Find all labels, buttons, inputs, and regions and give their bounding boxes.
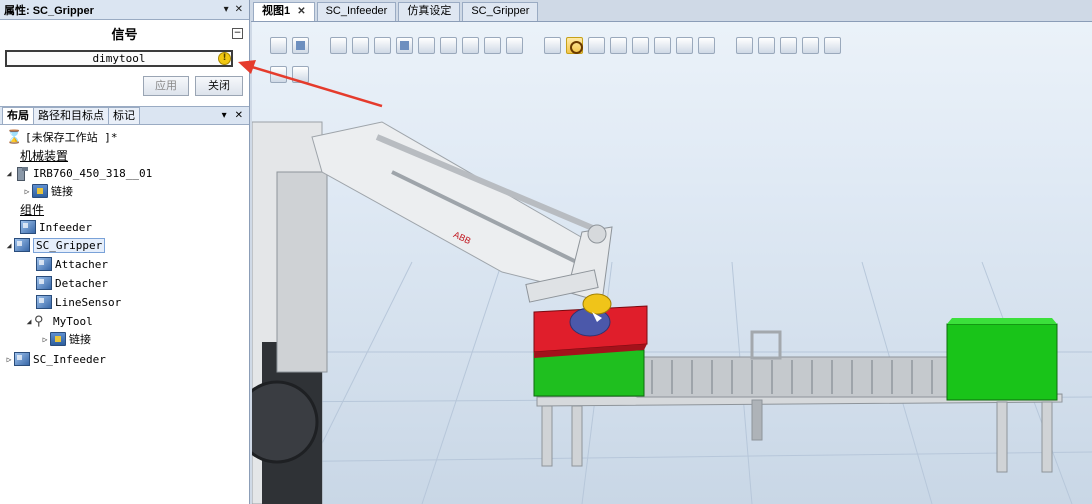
close-icon[interactable]: ✕: [235, 110, 243, 121]
tree-item-label: Detacher: [55, 276, 108, 290]
tree-item-mytool[interactable]: ◢ ⚲ MyTool: [24, 312, 93, 330]
folder-icon: [50, 332, 66, 346]
tool-icon: ⚲: [34, 314, 44, 329]
left-dock: 属性: SC_Gripper ▾ ✕ 信号 − dimytool ! 应用 关闭…: [0, 0, 250, 504]
warning-icon: !: [218, 52, 231, 65]
tree-item-sc-infeeder[interactable]: ▷ SC_Infeeder: [4, 350, 106, 368]
tree-item-label: LineSensor: [55, 295, 122, 309]
tree-item-mytool-link[interactable]: ▷ 链接: [40, 330, 91, 348]
close-button[interactable]: 关闭: [195, 76, 243, 96]
signal-input[interactable]: dimytool: [5, 50, 233, 67]
tree-item-label: Infeeder: [39, 220, 92, 234]
layout-tab-bar: 布局 路径和目标点 标记 ▾ ✕: [0, 107, 249, 125]
collapsed-arrow-icon[interactable]: ▷: [4, 355, 14, 364]
smart-component-icon: [14, 238, 30, 252]
pin-icon[interactable]: ▾: [224, 4, 229, 15]
station-icon: ⌛: [6, 130, 23, 145]
tree-section-components: 组件: [20, 200, 44, 218]
tree-section-mechanisms: 机械装置: [20, 146, 68, 164]
robot-icon: [14, 166, 30, 181]
tab-label: 仿真设定: [407, 5, 452, 17]
scene: ABB: [252, 121, 1063, 504]
collapsed-arrow-icon[interactable]: ▷: [40, 335, 50, 344]
folder-icon: [32, 184, 48, 198]
collapsed-arrow-icon[interactable]: ▷: [22, 187, 32, 196]
tab-label: 视图1: [262, 5, 291, 17]
tree-item-label: [未保存工作站 ]*: [25, 131, 118, 144]
pin-icon[interactable]: ▾: [222, 110, 227, 121]
section-label: 组件: [20, 202, 45, 217]
green-box[interactable]: [533, 349, 645, 397]
component-icon: [20, 220, 36, 234]
tree-item-label: MyTool: [53, 314, 93, 328]
collapse-button[interactable]: −: [232, 28, 243, 39]
tree-item-detacher[interactable]: Detacher: [36, 274, 108, 292]
tab-sc-infeeder[interactable]: SC_Infeeder: [316, 2, 397, 21]
smart-component-icon: [14, 352, 30, 366]
tree-item-label: SC_Infeeder: [33, 352, 106, 366]
close-icon[interactable]: ✕: [235, 4, 243, 15]
tree-item-label: Attacher: [55, 257, 108, 271]
tree-item-sc-gripper[interactable]: ◢ SC_Gripper: [4, 236, 106, 254]
tab-paths-targets[interactable]: 路径和目标点: [33, 107, 109, 124]
tree-item-infeeder[interactable]: Infeeder: [20, 218, 92, 236]
properties-title: 属性: SC_Gripper: [4, 4, 94, 17]
tree-item-station[interactable]: ⌛ [未保存工作站 ]*: [6, 128, 118, 146]
tab-layout[interactable]: 布局: [2, 107, 34, 124]
tab-tags[interactable]: 标记: [108, 107, 140, 124]
tab-label: SC_Gripper: [471, 5, 530, 17]
tree-item-robot[interactable]: ◢ IRB760_450_318__01: [4, 164, 152, 182]
gripper-tool[interactable]: [569, 293, 612, 337]
tab-simulation-setup[interactable]: 仿真设定: [398, 2, 461, 21]
expanded-arrow-icon[interactable]: ◢: [24, 317, 34, 326]
apply-button[interactable]: 应用: [143, 76, 189, 96]
3d-viewport[interactable]: ABB: [252, 22, 1092, 504]
tree-item-linesensor[interactable]: LineSensor: [36, 293, 121, 311]
expanded-arrow-icon[interactable]: ◢: [4, 169, 14, 178]
properties-panel: 属性: SC_Gripper ▾ ✕ 信号 − dimytool ! 应用 关闭: [0, 0, 249, 104]
properties-title-bar: 属性: SC_Gripper ▾ ✕: [0, 0, 249, 20]
expanded-arrow-icon[interactable]: ◢: [4, 241, 14, 250]
tab-view1[interactable]: 视图1 ✕: [253, 2, 315, 21]
component-icon: [36, 295, 52, 309]
tree-item-label: 链接: [51, 185, 73, 198]
tree-item-robot-link[interactable]: ▷ 链接: [22, 182, 73, 200]
document-tab-bar: 视图1 ✕ SC_Infeeder 仿真设定 SC_Gripper: [251, 0, 1092, 22]
layout-panel: 布局 路径和目标点 标记 ▾ ✕ ⌛ [未保存工作站 ]* 机械装置 ◢ IRB…: [0, 106, 249, 504]
close-icon[interactable]: ✕: [297, 6, 305, 17]
component-icon: [36, 257, 52, 271]
section-label: 机械装置: [20, 148, 69, 163]
tree-item-label: 链接: [69, 333, 91, 346]
tree-item-label: IRB760_450_318__01: [33, 166, 153, 180]
tab-label: SC_Infeeder: [325, 5, 388, 17]
component-icon: [36, 276, 52, 290]
tree-item-attacher[interactable]: Attacher: [36, 255, 108, 273]
tree-item-label: SC_Gripper: [33, 237, 106, 253]
green-box-right[interactable]: [946, 318, 1058, 401]
signal-section-title: 信号: [111, 28, 138, 43]
tab-sc-gripper[interactable]: SC_Gripper: [462, 2, 539, 21]
